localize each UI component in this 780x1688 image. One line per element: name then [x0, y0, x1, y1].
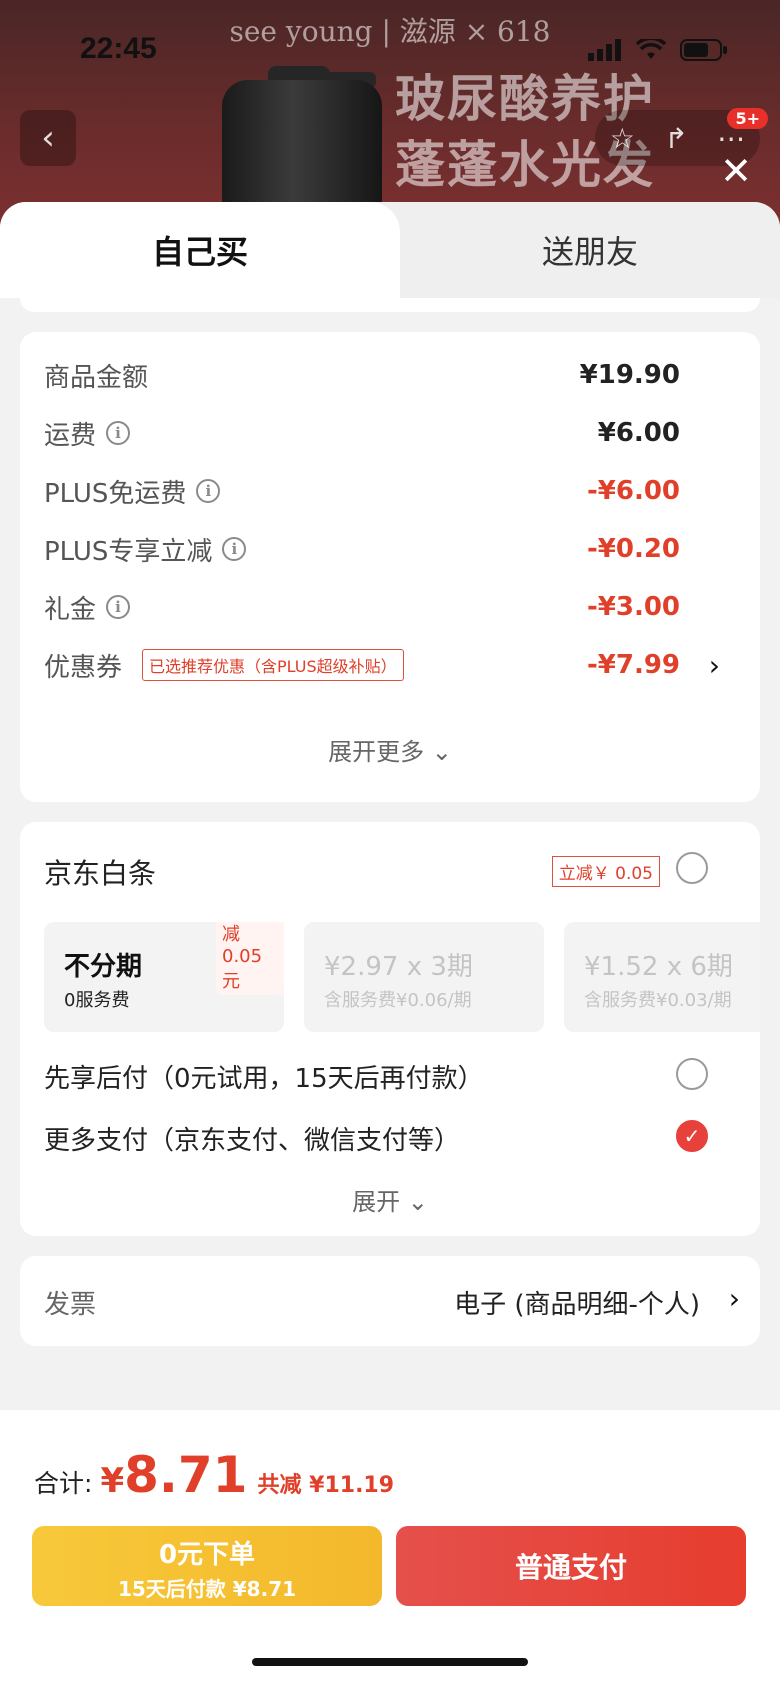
fee-value: -¥6.00 — [586, 476, 680, 506]
chevron-down-icon: ⌄ — [407, 1188, 428, 1216]
notification-badge: 5+ — [727, 108, 768, 129]
chevron-down-icon: ⌄ — [431, 738, 452, 766]
plan-sub: 0服务费 — [64, 990, 130, 1011]
more-payment-label[interactable]: 更多支付（京东支付、微信支付等） — [44, 1120, 460, 1157]
fee-row: 礼金 i -¥3.00 — [44, 582, 740, 632]
fee-label: 礼金 — [44, 594, 97, 625]
chevron-right-icon: › — [708, 648, 720, 682]
invoice-label: 发票 — [44, 1290, 97, 1320]
fee-row: PLUS免运费 i -¥6.00 — [44, 466, 740, 516]
fee-row: PLUS专享立减 i -¥0.20 — [44, 524, 740, 574]
chevron-right-icon: › — [728, 1282, 740, 1315]
expand-payment-button[interactable]: 展开 ⌄ — [20, 1182, 760, 1217]
plan-title: ¥1.52 x 6期 — [584, 952, 733, 982]
fee-value: ¥6.00 — [597, 418, 680, 448]
expand-more-button[interactable]: 展开更多 ⌄ — [20, 732, 760, 767]
total-saved: 共减 ¥11.19 — [257, 1473, 395, 1498]
payment-card: 京东白条 立减￥ 0.05 不分期 0服务费 减0.05元 ¥2.97 x 3期… — [20, 822, 760, 1236]
share-icon[interactable]: ↱ — [664, 122, 687, 155]
plan-3-installments[interactable]: ¥2.97 x 3期 含服务费¥0.06/期 — [304, 922, 544, 1032]
price-breakdown-card: 商品金额 ¥19.90 运费 i ¥6.00 PLUS免运费 i -¥6.00 PL… — [20, 332, 760, 802]
battery-icon — [680, 39, 727, 61]
fee-row: 运费 i ¥6.00 — [44, 408, 740, 458]
status-icons — [588, 38, 728, 62]
baitiao-title: 京东白条 — [44, 857, 157, 890]
check-icon: ✓ — [683, 1124, 701, 1148]
invoice-row[interactable]: 发票 电子 (商品明细-个人) › — [20, 1256, 760, 1346]
zero-yuan-order-button[interactable]: 0元下单 15天后付款 ¥8.71 — [32, 1526, 382, 1606]
tab-self[interactable]: 自己买 — [0, 202, 400, 298]
expand-payment-label: 展开 — [352, 1188, 401, 1216]
close-icon[interactable]: ✕ — [720, 152, 752, 190]
bnpl-radio[interactable] — [676, 1058, 708, 1090]
fee-value: ¥19.90 — [579, 360, 680, 390]
baitiao-discount-tag: 立减￥ 0.05 — [551, 856, 660, 887]
home-indicator — [252, 1658, 528, 1666]
normal-pay-button[interactable]: 普通支付 — [396, 1526, 746, 1606]
plan-sub: 含服务费¥0.03/期 — [584, 990, 732, 1011]
signal-icon — [588, 39, 621, 61]
coupon-tag: 已选推荐优惠（含PLUS超级补贴） — [142, 649, 404, 681]
info-icon[interactable]: i — [222, 537, 247, 561]
plan-title: ¥2.97 x 3期 — [324, 952, 473, 982]
info-icon[interactable]: i — [106, 421, 131, 445]
wifi-icon — [636, 39, 666, 59]
total-summary: 合计: ¥ 8.71 共减 ¥11.19 — [34, 1446, 394, 1504]
fee-value: -¥0.20 — [586, 534, 680, 564]
bnpl-button-title: 0元下单 — [158, 1540, 256, 1570]
fee-label: 运费 — [44, 420, 97, 451]
plan-title: 不分期 — [64, 952, 143, 982]
fee-value: -¥3.00 — [586, 592, 680, 622]
installment-plans: 不分期 0服务费 减0.05元 ¥2.97 x 3期 含服务费¥0.06/期 ¥… — [44, 922, 760, 1036]
plan-reduce-tag: 减0.05元 — [216, 922, 284, 995]
tab-gift[interactable]: 送朋友 — [400, 202, 780, 298]
baitiao-radio[interactable] — [676, 852, 708, 884]
total-label: 合计: — [34, 1469, 93, 1498]
tab-content-edge — [20, 298, 760, 312]
checkout-bar: 合计: ¥ 8.71 共减 ¥11.19 0元下单 15天后付款 ¥8.71 普… — [0, 1410, 780, 1688]
plan-sub: 含服务费¥0.06/期 — [324, 990, 472, 1011]
fee-label: 商品金额 — [44, 362, 149, 393]
info-icon[interactable]: i — [106, 595, 131, 619]
chevron-left-icon: ‹ — [41, 118, 55, 158]
coupon-row[interactable]: 优惠券 已选推荐优惠（含PLUS超级补贴） -¥7.99 › — [44, 640, 740, 690]
currency-symbol: ¥ — [100, 1461, 125, 1501]
bnpl-button-sub: 15天后付款 ¥8.71 — [117, 1577, 297, 1601]
plan-no-installment[interactable]: 不分期 0服务费 减0.05元 — [44, 922, 284, 1032]
back-button[interactable]: ‹ — [20, 110, 76, 166]
info-icon[interactable]: i — [196, 479, 221, 503]
invoice-value: 电子 (商品明细-个人) — [454, 1290, 700, 1320]
total-amount: 8.71 — [124, 1446, 248, 1504]
purchase-tabs: 送朋友 自己买 — [0, 202, 780, 298]
fee-label: PLUS专享立减 — [44, 536, 213, 567]
status-time: 22:45 — [80, 32, 157, 65]
star-icon[interactable]: ☆ — [610, 122, 635, 155]
fee-label: PLUS免运费 — [44, 478, 187, 509]
more-payment-radio[interactable]: ✓ — [676, 1120, 708, 1152]
plan-6-installments[interactable]: ¥1.52 x 6期 含服务费¥0.03/期 — [564, 922, 760, 1032]
fee-row: 商品金额 ¥19.90 — [44, 350, 740, 400]
fee-label: 优惠券 — [44, 652, 123, 683]
status-bar: 22:45 — [0, 0, 780, 100]
bnpl-option-label[interactable]: 先享后付（0元试用，15天后再付款） — [44, 1058, 484, 1095]
expand-more-label: 展开更多 — [328, 738, 425, 766]
fee-value: -¥7.99 — [586, 650, 680, 680]
